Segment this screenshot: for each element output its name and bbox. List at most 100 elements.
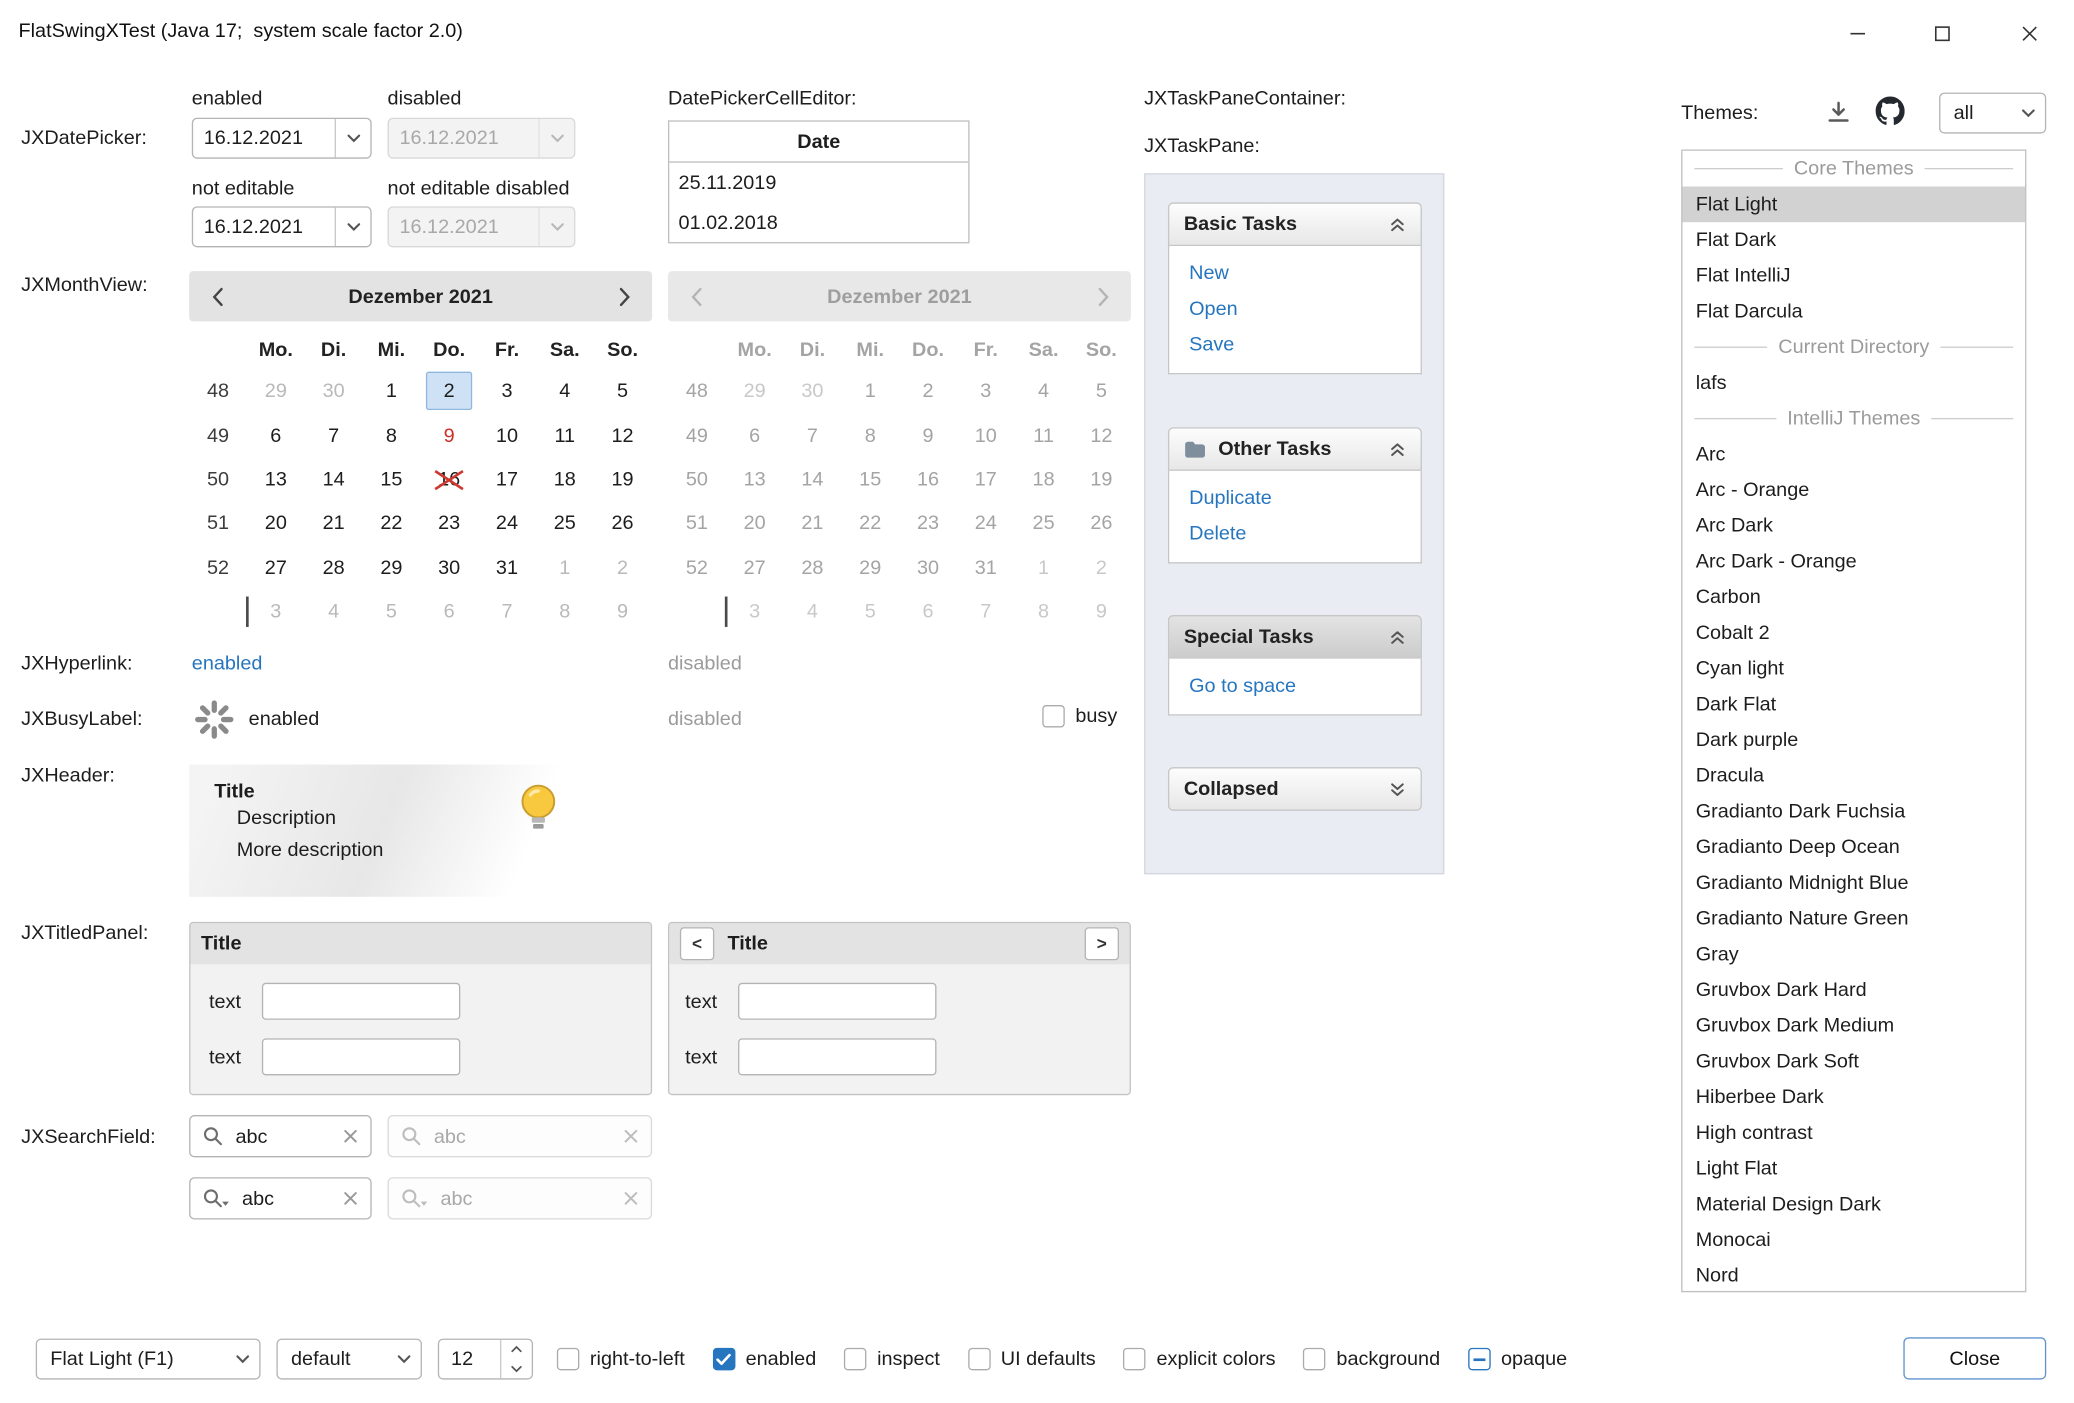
- day-cell[interactable]: 30: [305, 369, 363, 413]
- collapse-icon[interactable]: [1389, 441, 1406, 457]
- day-cell[interactable]: 23: [420, 502, 478, 546]
- taskpane-header[interactable]: Other Tasks: [1168, 427, 1422, 471]
- day-cell[interactable]: 27: [247, 546, 305, 590]
- datepicker-value[interactable]: 16.12.2021: [193, 208, 335, 246]
- chevron-down-icon[interactable]: [335, 119, 371, 157]
- theme-item-gruvbox-dark-soft[interactable]: Gruvbox Dark Soft: [1682, 1044, 2025, 1080]
- themes-filter-combo[interactable]: all: [1939, 93, 2046, 134]
- chevron-down-icon[interactable]: [225, 1354, 259, 1363]
- chevron-down-icon[interactable]: [386, 1354, 420, 1363]
- day-cell[interactable]: 5: [594, 369, 652, 413]
- day-cell[interactable]: 5: [363, 590, 421, 634]
- theme-item-flat-darcula[interactable]: Flat Darcula: [1682, 294, 2025, 330]
- day-cell[interactable]: 8: [363, 413, 421, 457]
- theme-item-nord[interactable]: Nord: [1682, 1258, 2025, 1292]
- theme-item-arc-dark[interactable]: Arc Dark: [1682, 508, 2025, 544]
- theme-item-flat-light[interactable]: Flat Light: [1682, 187, 2025, 223]
- clear-icon[interactable]: [343, 1128, 359, 1144]
- day-cell[interactable]: 18: [536, 457, 594, 501]
- day-cell[interactable]: 2: [594, 546, 652, 590]
- theme-item-arc[interactable]: Arc: [1682, 436, 2025, 472]
- text-field[interactable]: [738, 983, 936, 1020]
- nav-right-button[interactable]: >: [1085, 927, 1119, 960]
- text-field[interactable]: [262, 1038, 460, 1075]
- task-link-duplicate[interactable]: Duplicate: [1189, 485, 1401, 511]
- monthview-enabled[interactable]: Dezember 2021Mo.Di.Mi.Do.Fr.Sa.So.482930…: [189, 271, 652, 634]
- close-window-button[interactable]: [1984, 0, 2074, 66]
- right-to-left-checkbox[interactable]: right-to-left: [557, 1348, 685, 1370]
- day-cell[interactable]: 19: [594, 457, 652, 501]
- theme-item-flat-intellij[interactable]: Flat IntelliJ: [1682, 258, 2025, 294]
- theme-item-gradianto-dark-fuchsia[interactable]: Gradianto Dark Fuchsia: [1682, 794, 2025, 830]
- day-cell[interactable]: 6: [420, 590, 478, 634]
- day-cell[interactable]: 17: [478, 457, 536, 501]
- prev-month-icon[interactable]: [189, 286, 245, 306]
- font-combo[interactable]: default: [276, 1339, 421, 1380]
- taskpane-header[interactable]: Special Tasks: [1168, 615, 1422, 659]
- theme-item-gradianto-midnight-blue[interactable]: Gradianto Midnight Blue: [1682, 865, 2025, 901]
- font-size-value[interactable]: 12: [439, 1340, 500, 1378]
- day-cell[interactable]: 7: [305, 413, 363, 457]
- checkbox-box[interactable]: [1042, 705, 1064, 727]
- laf-combo-value[interactable]: Flat Light (F1): [50, 1348, 225, 1370]
- task-link-delete[interactable]: Delete: [1189, 521, 1401, 547]
- theme-item-dark-flat[interactable]: Dark Flat: [1682, 686, 2025, 722]
- day-cell[interactable]: 22: [363, 502, 421, 546]
- themes-list[interactable]: Core ThemesFlat LightFlat DarkFlat Intel…: [1681, 149, 2026, 1292]
- theme-item-gradianto-deep-ocean[interactable]: Gradianto Deep Ocean: [1682, 829, 2025, 865]
- day-cell[interactable]: 10: [478, 413, 536, 457]
- next-month-icon[interactable]: [597, 286, 653, 306]
- text-field[interactable]: [262, 983, 460, 1020]
- download-icon[interactable]: [1825, 99, 1851, 125]
- day-cell[interactable]: 16: [420, 457, 478, 501]
- day-cell[interactable]: 24: [478, 502, 536, 546]
- day-cell[interactable]: 1: [363, 369, 421, 413]
- checkbox-box[interactable]: [844, 1348, 866, 1370]
- chevron-down-icon[interactable]: [2011, 108, 2045, 117]
- table-header-date[interactable]: Date: [669, 122, 968, 163]
- datepicker-enabled[interactable]: 16.12.2021: [192, 118, 372, 159]
- theme-item-hiberbee-dark[interactable]: Hiberbee Dark: [1682, 1079, 2025, 1115]
- inspect-checkbox[interactable]: inspect: [844, 1348, 940, 1370]
- github-icon[interactable]: [1876, 97, 1905, 126]
- busy-checkbox[interactable]: busy: [1042, 705, 1117, 727]
- theme-item-material-design-dark[interactable]: Material Design Dark: [1682, 1186, 2025, 1222]
- background-checkbox[interactable]: background: [1303, 1348, 1440, 1370]
- taskpane-header[interactable]: Collapsed: [1168, 767, 1422, 811]
- day-cell[interactable]: 11: [536, 413, 594, 457]
- task-link-new[interactable]: New: [1189, 261, 1401, 287]
- day-cell[interactable]: 29: [247, 369, 305, 413]
- table-row[interactable]: 01.02.2018: [669, 202, 968, 242]
- search-input[interactable]: abc: [235, 1125, 330, 1147]
- day-cell[interactable]: 3: [247, 590, 305, 634]
- theme-item-cobalt-2[interactable]: Cobalt 2: [1682, 615, 2025, 651]
- hyperlink-enabled[interactable]: enabled: [192, 652, 263, 674]
- text-field[interactable]: [738, 1038, 936, 1075]
- day-cell[interactable]: 1: [536, 546, 594, 590]
- theme-item-flat-dark[interactable]: Flat Dark: [1682, 222, 2025, 258]
- spinner-down-icon[interactable]: [501, 1359, 531, 1378]
- checkbox-box[interactable]: [1468, 1348, 1490, 1370]
- theme-item-arc-orange[interactable]: Arc - Orange: [1682, 472, 2025, 508]
- theme-item-high-contrast[interactable]: High contrast: [1682, 1115, 2025, 1151]
- ui-defaults-checkbox[interactable]: UI defaults: [968, 1348, 1096, 1370]
- checkbox-box[interactable]: [1123, 1348, 1145, 1370]
- nav-left-button[interactable]: <: [680, 927, 714, 960]
- close-button[interactable]: Close: [1903, 1337, 2046, 1379]
- taskpane-header[interactable]: Basic Tasks: [1168, 202, 1422, 246]
- collapse-icon[interactable]: [1389, 216, 1406, 232]
- font-combo-value[interactable]: default: [291, 1348, 386, 1370]
- explicit-colors-checkbox[interactable]: explicit colors: [1123, 1348, 1275, 1370]
- day-cell[interactable]: 2: [420, 369, 478, 413]
- day-cell[interactable]: 4: [536, 369, 594, 413]
- day-cell[interactable]: 9: [594, 590, 652, 634]
- day-cell[interactable]: 13: [247, 457, 305, 501]
- day-cell[interactable]: 29: [363, 546, 421, 590]
- table-row[interactable]: 25.11.2019: [669, 163, 968, 203]
- theme-item-dark-purple[interactable]: Dark purple: [1682, 722, 2025, 758]
- search-menu-icon[interactable]: [202, 1188, 230, 1209]
- day-cell[interactable]: 25: [536, 502, 594, 546]
- theme-item-gruvbox-dark-hard[interactable]: Gruvbox Dark Hard: [1682, 972, 2025, 1008]
- theme-item-light-flat[interactable]: Light Flat: [1682, 1151, 2025, 1187]
- day-cell[interactable]: 30: [420, 546, 478, 590]
